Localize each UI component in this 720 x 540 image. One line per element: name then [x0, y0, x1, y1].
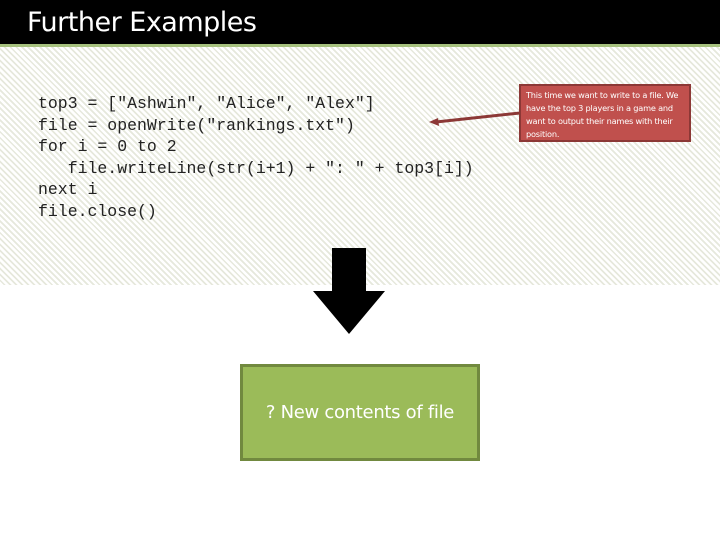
code-line: file = openWrite("rankings.txt")	[38, 115, 355, 135]
callout-note-text: This time we want to write to a file. We…	[526, 90, 679, 139]
callout-note: This time we want to write to a file. We…	[519, 84, 691, 142]
title-bar: Further Examples	[0, 0, 720, 44]
result-box-label: ? New contents of file	[265, 402, 455, 423]
code-line: file.close()	[38, 201, 157, 221]
code-line: for i = 0 to 2	[38, 137, 177, 156]
code-line: next i	[38, 180, 98, 199]
result-box: ? New contents of file	[240, 364, 480, 461]
code-line: file.writeLine(str(i+1) + ": " + top3[i]…	[38, 158, 474, 178]
down-arrow-icon	[313, 248, 385, 334]
code-block: top3 = ["Ashwin", "Alice", "Alex"] file …	[38, 93, 474, 222]
slide-title: Further Examples	[27, 7, 257, 38]
code-line: top3 = ["Ashwin", "Alice", "Alex"]	[38, 94, 375, 113]
